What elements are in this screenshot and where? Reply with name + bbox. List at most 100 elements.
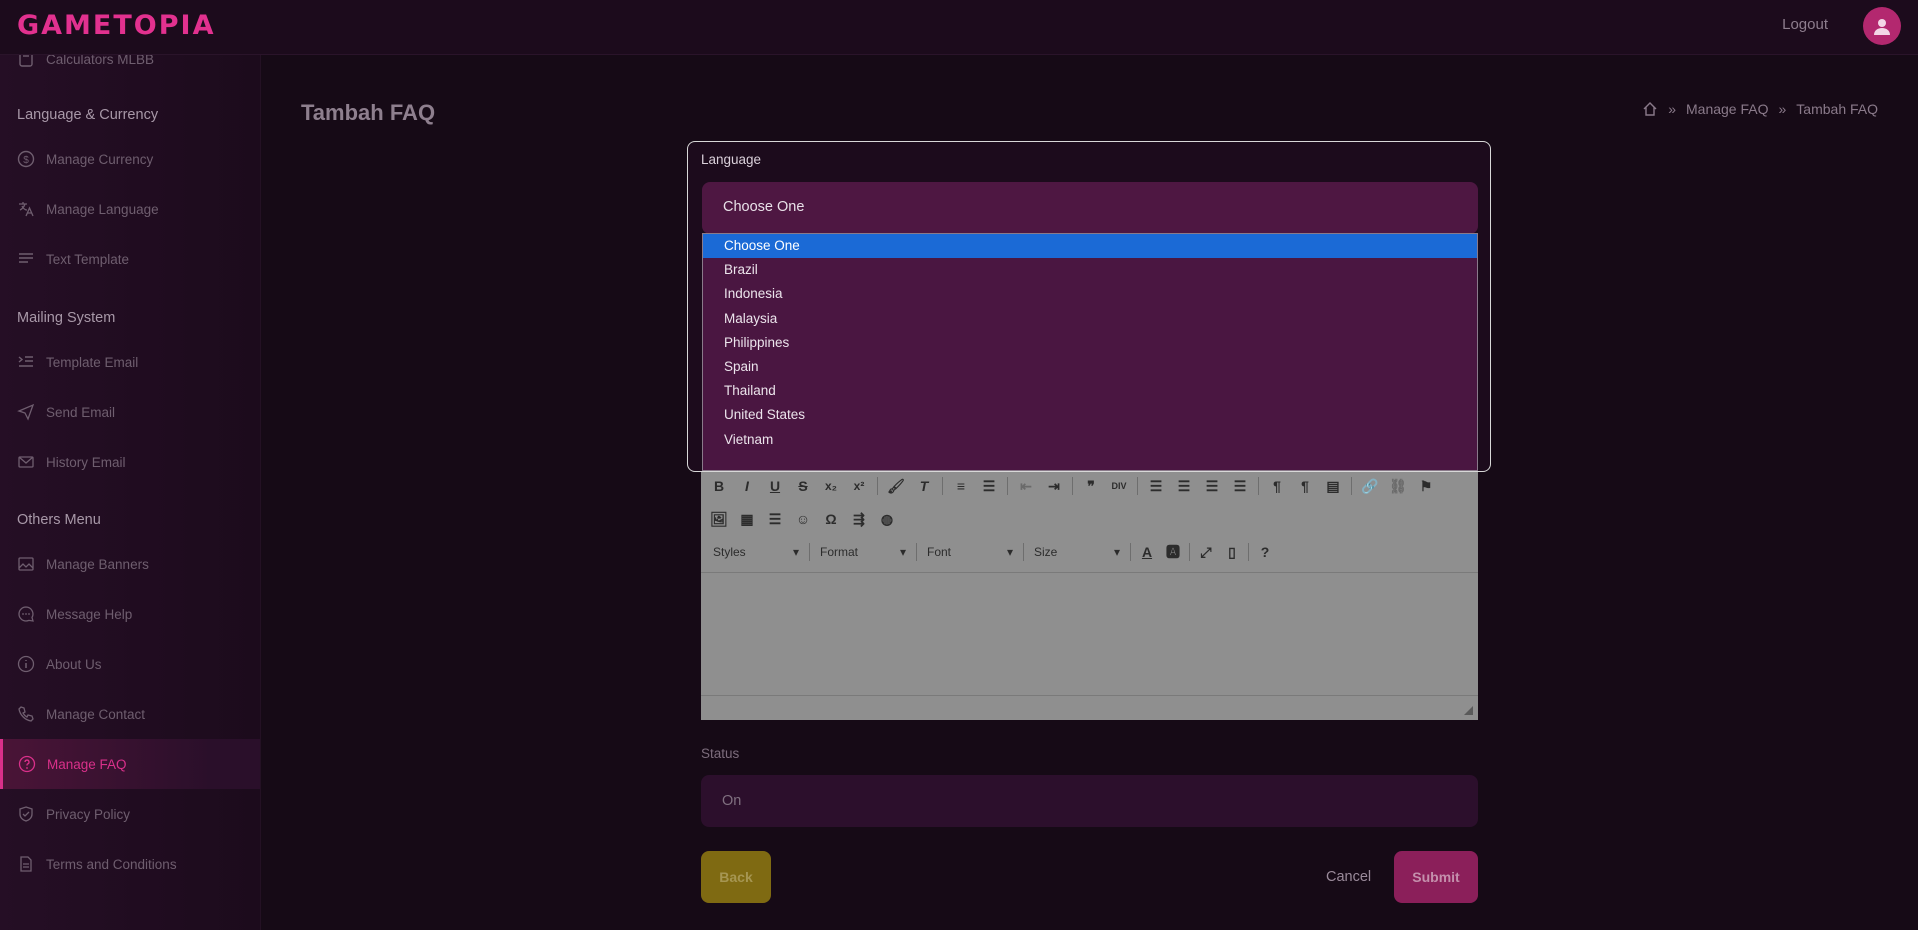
italic-icon[interactable]: I [737,476,757,496]
sidebar-section-title: Language & Currency [17,107,159,123]
underline-icon[interactable]: U [765,476,785,496]
align-left-icon[interactable]: ☰ [1146,476,1166,496]
superscript-icon[interactable]: x² [849,476,869,496]
resize-grip-icon[interactable] [1464,706,1473,715]
special-char-icon[interactable]: Ω [821,509,841,529]
sidebar-item-text-template[interactable]: Text Template [0,234,260,284]
text-lines-icon [19,253,33,263]
font-dropdown[interactable]: Font ▾ [923,542,1017,562]
blockquote-icon[interactable]: ❞ [1081,476,1101,496]
toolbar-separator [809,543,810,561]
page-title: Tambah FAQ [301,100,436,125]
language-option[interactable]: Vietnam [703,428,1477,452]
horizontal-line-icon[interactable]: ☰ [765,509,785,529]
image-icon [18,557,34,571]
submit-button[interactable]: Submit [1394,851,1478,903]
sidebar-item-label: Calculators MLBB [46,54,155,67]
justify-icon[interactable]: ☰ [1230,476,1250,496]
language-option[interactable]: Philippines [703,331,1477,355]
indent-icon[interactable]: ⇥ [1044,476,1064,496]
outdent-icon[interactable]: ⇤ [1016,476,1036,496]
language-option[interactable]: Spain [703,355,1477,379]
sidebar-item-calculators[interactable]: Calculators MLBB [0,54,260,84]
sidebar-item-manage-faq[interactable]: Manage FAQ [0,739,260,789]
help-icon[interactable]: ? [1255,542,1275,562]
home-icon[interactable] [1642,101,1658,117]
app-logo[interactable]: GAMETOPIA [17,10,215,41]
answer-editor[interactable]: B I U S x₂ x² 🖌 T ≡ ☰ ⇤ ⇥ ❞ DIV ☰ ☰ ☰ ☰ … [701,462,1478,720]
info-icon [17,655,35,673]
language-option[interactable]: United States [703,403,1477,427]
shield-check-icon [19,806,33,822]
sidebar-item-label: Manage Banners [46,556,149,572]
subscript-icon[interactable]: x₂ [821,476,841,496]
bulleted-list-icon[interactable]: ☰ [979,476,999,496]
breadcrumb: » Manage FAQ » Tambah FAQ [1642,101,1878,117]
logout-link[interactable]: Logout [1782,16,1828,33]
sidebar-item-template-email[interactable]: Template Email [0,337,260,387]
div-container-icon[interactable]: DIV [1109,476,1129,496]
format-dropdown[interactable]: Format ▾ [816,542,910,562]
sidebar-item-send-email[interactable]: Send Email [0,387,260,437]
sidebar-item-manage-banners[interactable]: Manage Banners [0,539,260,589]
copy-format-icon[interactable]: 🖌 [886,476,906,496]
insert-image-icon[interactable]: 🖼 [709,509,729,529]
unlink-icon[interactable]: ⛓ [1388,476,1408,496]
language-option[interactable]: Malaysia [703,307,1477,331]
language-label: Language [701,152,762,167]
status-value: On [722,793,742,809]
phone-icon [18,706,34,722]
language-option[interactable]: Choose One [703,234,1477,259]
sidebar-item-terms-and-conditions[interactable]: Terms and Conditions [0,839,260,889]
insert-table-icon[interactable]: ▦ [737,509,757,529]
language-option[interactable]: Indonesia [703,282,1477,306]
text-color-icon[interactable]: A [1137,542,1157,562]
text-direction-rtl-icon[interactable]: ¶ [1295,476,1315,496]
sidebar-item-manage-contact[interactable]: Manage Contact [0,689,260,739]
sidebar-item-manage-currency[interactable]: $ Manage Currency [0,134,260,184]
iframe-globe-icon[interactable]: ◍ [877,509,897,529]
bold-icon[interactable]: B [709,476,729,496]
maximize-icon[interactable]: ⤢ [1196,542,1216,562]
mail-icon [18,456,34,468]
language-option[interactable]: Thailand [703,379,1477,403]
send-icon [17,403,35,421]
smiley-icon[interactable]: ☺ [793,509,813,529]
sidebar-item-about-us[interactable]: About Us [0,639,260,689]
sidebar-item-message-help[interactable]: Message Help [0,589,260,639]
language-icon[interactable]: ▤ [1323,476,1343,496]
remove-format-icon[interactable]: T [914,476,934,496]
cancel-button[interactable]: Cancel [1320,868,1377,886]
align-center-icon[interactable]: ☰ [1174,476,1194,496]
toolbar-separator [1351,477,1352,495]
anchor-flag-icon[interactable]: ⚑ [1416,476,1436,496]
numbered-list-icon[interactable]: ≡ [951,476,971,496]
sidebar-item-manage-language[interactable]: Manage Language [0,184,260,234]
background-color-icon[interactable]: 🅰 [1163,542,1183,562]
toolbar-separator [1189,543,1190,561]
size-dropdown[interactable]: Size ▾ [1030,542,1124,562]
strikethrough-icon[interactable]: S [793,476,813,496]
question-circle-icon [18,755,36,773]
editor-content-area[interactable] [701,572,1478,696]
caret-down-icon: ▾ [1113,545,1120,559]
status-select[interactable]: On [701,775,1478,827]
sidebar-item-history-email[interactable]: History Email [0,437,260,487]
sidebar-item-label: Text Template [46,251,130,267]
align-right-icon[interactable]: ☰ [1202,476,1222,496]
link-icon[interactable]: 🔗 [1360,476,1380,496]
show-blocks-icon[interactable]: ▯ [1222,542,1242,562]
sidebar: Calculators MLBB Language & Currency $ M… [0,54,261,930]
language-option[interactable]: Brazil [703,258,1477,282]
back-button[interactable]: Back [701,851,771,903]
font-label: Font [927,545,952,559]
page-break-icon[interactable]: ⇶ [849,509,869,529]
sidebar-item-privacy-policy[interactable]: Privacy Policy [0,789,260,839]
language-select[interactable]: Choose One [702,182,1478,234]
toolbar-separator [942,477,943,495]
styles-dropdown[interactable]: Styles ▾ [709,542,803,562]
text-direction-ltr-icon[interactable]: ¶ [1267,476,1287,496]
caret-down-icon: ▾ [1006,545,1013,559]
breadcrumb-item[interactable]: Manage FAQ [1686,101,1769,117]
user-avatar[interactable] [1863,7,1901,45]
